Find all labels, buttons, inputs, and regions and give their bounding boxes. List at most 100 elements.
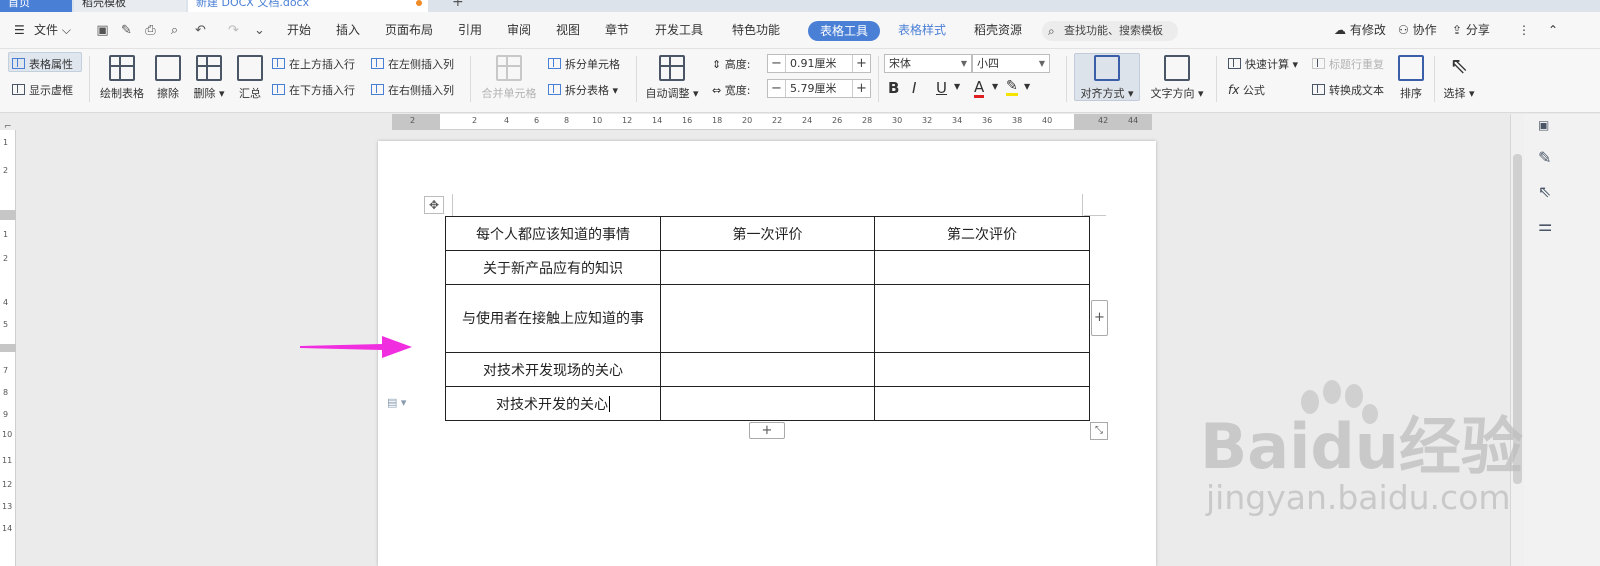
tab-review[interactable]: 审阅 [507, 12, 531, 49]
font-color-button[interactable]: A [974, 79, 985, 98]
table-cell[interactable] [660, 250, 875, 285]
tab-page-layout[interactable]: 页面布局 [385, 12, 433, 49]
formula-button[interactable]: fx 公式 [1228, 82, 1265, 98]
erase-button[interactable]: 擦除 [153, 55, 183, 101]
print-preview-icon[interactable]: ⌕ [167, 23, 182, 38]
cursor-icon[interactable]: ⇖ [1538, 182, 1551, 201]
add-column-button[interactable]: + [1091, 300, 1108, 336]
tab-references[interactable]: 引用 [458, 12, 482, 49]
text-direction-button[interactable]: 文字方向 ▾ [1148, 55, 1206, 101]
table-cell[interactable]: 对技术开发现场的关心 [445, 352, 661, 387]
italic-button[interactable]: I [912, 79, 916, 97]
width-decrease-button[interactable]: − [768, 80, 786, 97]
table-cell[interactable]: 第一次评价 [660, 216, 875, 251]
panel-toggle-icon[interactable]: ▣ [1538, 118, 1549, 132]
repeat-header-button[interactable]: 标题行重复 [1312, 56, 1384, 72]
table-cell[interactable] [874, 250, 1090, 285]
width-value[interactable]: 5.79厘米 [790, 80, 837, 97]
insert-col-right-button[interactable]: 在右侧插入列 [371, 82, 454, 98]
tab-chapter[interactable]: 章节 [605, 12, 629, 49]
split-cells-button[interactable]: 拆分单元格 [548, 56, 620, 72]
tab-table-style[interactable]: 表格样式 [898, 12, 946, 49]
table-cell[interactable] [874, 352, 1090, 387]
height-increase-button[interactable]: + [852, 55, 870, 72]
width-stepper[interactable]: − 5.79厘米 + [767, 79, 871, 98]
vertical-scrollbar[interactable] [1510, 114, 1524, 566]
save-icon[interactable]: ▣ [95, 23, 110, 38]
show-gridlines-button[interactable]: 显示虚框 [12, 82, 73, 98]
align-button-content[interactable]: 对齐方式 ▾ [1076, 55, 1138, 101]
select-button[interactable]: ⇖ 选择 ▾ [1440, 55, 1478, 101]
table-cell[interactable] [660, 386, 875, 421]
table-cell[interactable] [874, 284, 1090, 353]
has-changes-button[interactable]: ☁ 有修改 [1334, 12, 1386, 49]
font-color-dropdown-icon[interactable]: ▼ [992, 82, 998, 91]
search-box[interactable]: ⌕ 查找功能、搜索模板 [1042, 21, 1178, 41]
insert-col-left-button[interactable]: 在左侧插入列 [371, 56, 454, 72]
pen-icon[interactable]: ✎ [1538, 148, 1551, 167]
more-icon[interactable]: ⋮ [1518, 12, 1530, 49]
font-size-select[interactable]: 小四 ▼ [972, 54, 1050, 73]
tab-home[interactable]: 首页 [0, 0, 72, 12]
font-select[interactable]: 宋体 ▼ [884, 54, 972, 73]
collapse-ribbon-icon[interactable]: ⌃ [1548, 12, 1558, 49]
tab-special[interactable]: 特色功能 [732, 12, 780, 49]
highlight-icon[interactable]: ✎ [1006, 79, 1018, 96]
table-cell[interactable]: 第二次评价 [874, 216, 1090, 251]
table-cell[interactable]: 关于新产品应有的知识 [445, 250, 661, 285]
delete-button[interactable]: 删除 ▾ [190, 55, 228, 101]
print-icon[interactable]: ⎙ [143, 23, 158, 38]
underline-button[interactable]: U [936, 79, 947, 97]
insert-row-above-button[interactable]: 在上方插入行 [272, 56, 355, 72]
tab-start[interactable]: 开始 [287, 12, 311, 49]
horizontal-ruler[interactable]: 2 2 4 6 8 10 12 14 16 18 20 22 24 26 28 … [392, 114, 1152, 130]
customize-toolbar-icon[interactable]: ⌄ [252, 23, 267, 38]
table-cell-active[interactable]: 对技术开发的关心 [445, 386, 661, 421]
share-button[interactable]: ⇪ 分享 [1452, 12, 1490, 49]
add-row-button[interactable]: + [749, 422, 785, 439]
table-cell[interactable] [660, 352, 875, 387]
table-cell[interactable] [874, 386, 1090, 421]
height-decrease-button[interactable]: − [768, 55, 786, 72]
hamburger-icon[interactable]: ☰ [14, 12, 25, 49]
table-cell[interactable] [660, 284, 875, 353]
tab-template[interactable]: 稻壳模板 [74, 0, 186, 12]
sort-button[interactable]: 排序 [1396, 55, 1426, 101]
new-tab-button[interactable]: + [452, 0, 464, 10]
underline-dropdown-icon[interactable]: ▼ [954, 82, 960, 91]
tab-insert[interactable]: 插入 [336, 12, 360, 49]
summary-button[interactable]: 汇总 [235, 55, 265, 101]
tab-resources[interactable]: 稻壳资源 [974, 12, 1022, 49]
bold-button[interactable]: B [888, 79, 899, 97]
highlight-dropdown-icon[interactable]: ▼ [1024, 82, 1030, 91]
height-value[interactable]: 0.91厘米 [790, 55, 837, 72]
format-painter-icon[interactable]: ✎ [119, 23, 134, 38]
file-menu[interactable]: 文件 ⌵ [34, 12, 71, 49]
paragraph-layout-icon[interactable]: ▤ ▾ [387, 396, 406, 409]
auto-adjust-button[interactable]: 自动调整 ▾ [644, 55, 700, 101]
merge-cells-button[interactable]: 合并单元格 [478, 55, 540, 101]
tab-document[interactable]: 新建 DOCX 文档.docx [188, 0, 428, 12]
tab-view[interactable]: 视图 [556, 12, 580, 49]
width-increase-button[interactable]: + [852, 80, 870, 97]
draw-table-button[interactable]: 绘制表格 [97, 55, 147, 101]
collaborate-button[interactable]: ⚇ 协作 [1398, 12, 1437, 49]
sliders-icon[interactable]: ⚌ [1538, 216, 1552, 235]
split-table-button[interactable]: 拆分表格 ▾ [548, 82, 618, 98]
ruler-tick: 20 [742, 116, 753, 125]
table-move-handle-icon[interactable]: ✥ [424, 196, 444, 214]
vertical-ruler[interactable]: 1 2 1 2 4 5 7 8 9 10 11 12 13 14 [0, 130, 16, 566]
insert-row-below-button[interactable]: 在下方插入行 [272, 82, 355, 98]
table-properties-button[interactable]: 表格属性 [12, 56, 73, 72]
redo-icon[interactable]: ↷ [226, 23, 241, 38]
table-cell[interactable]: 每个人都应该知道的事情 [445, 216, 661, 251]
undo-icon[interactable]: ↶ [193, 23, 208, 38]
height-stepper[interactable]: − 0.91厘米 + [767, 54, 871, 73]
quick-calc-button[interactable]: 快速计算 ▾ [1228, 56, 1298, 72]
convert-to-text-button[interactable]: 转换成文本 [1312, 82, 1384, 98]
table-cell[interactable]: 与使用者在接触上应知道的事 [445, 284, 661, 353]
tab-table-tools[interactable]: 表格工具 [808, 21, 881, 41]
table-resize-icon[interactable]: ⤡ [1090, 422, 1108, 440]
document-table[interactable]: 每个人都应该知道的事情 第一次评价 第二次评价 关于新产品应有的知识 与使用者在… [445, 216, 1090, 421]
tab-developer[interactable]: 开发工具 [655, 12, 703, 49]
